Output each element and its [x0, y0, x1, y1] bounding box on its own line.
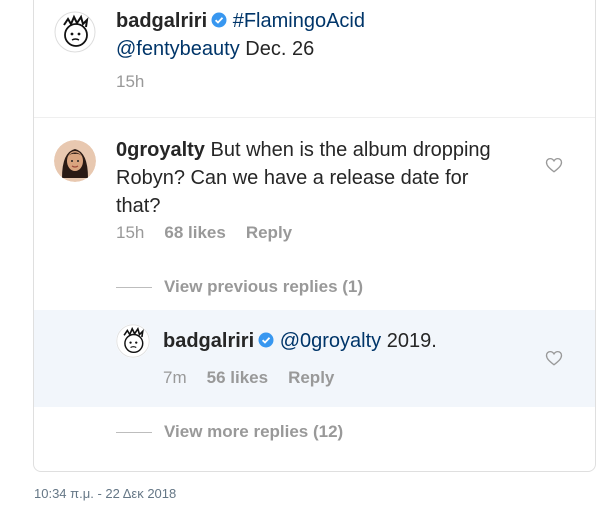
profile-photo-icon [54, 140, 96, 182]
comment-likes[interactable]: 68 likes [164, 223, 225, 242]
reply-text-tail: 2019. [381, 330, 437, 352]
tweet-timestamp[interactable]: 10:34 π.μ. - 22 Δεκ 2018 [34, 486, 176, 501]
highlighted-reply: badgalriri @0groyalty 2019. 7m 56 likes Re… [34, 310, 595, 407]
view-previous-label: View previous replies (1) [164, 277, 364, 296]
comment-text: 0groyalty But when is the album dropping… [116, 136, 516, 220]
reply-time: 7m [163, 368, 187, 387]
reply-text: badgalriri @0groyalty 2019. [163, 327, 563, 355]
caption-meta: 15h [116, 72, 164, 92]
comment-reply-button[interactable]: Reply [246, 223, 292, 242]
comment-card: badgalriri #FlamingoAcid @fentybeauty De… [33, 0, 596, 472]
like-comment-heart-icon[interactable] [545, 156, 563, 174]
post-caption: badgalriri #FlamingoAcid @fentybeauty De… [34, 0, 595, 118]
reply-reply-button[interactable]: Reply [288, 368, 334, 387]
caption-text-tail: Dec. 26 [239, 38, 315, 60]
instagram-screenshot: badgalriri #FlamingoAcid @fentybeauty De… [0, 0, 606, 512]
view-previous-replies-button[interactable]: View previous replies (1) [116, 277, 363, 297]
avatar-badgalriri-reply[interactable] [116, 324, 150, 358]
avatar-badgalriri[interactable] [54, 11, 96, 53]
comment-meta: 15h 68 likes Reply [116, 223, 312, 243]
caption-time: 15h [116, 72, 145, 91]
reply-mention[interactable]: @0groyalty [280, 330, 381, 352]
verified-badge-icon [258, 332, 274, 348]
view-more-replies-button[interactable]: View more replies (12) [116, 422, 343, 442]
divider-line [116, 287, 152, 289]
comment-username[interactable]: 0groyalty [116, 139, 205, 161]
cartoon-face-icon [54, 11, 96, 53]
caption-hashtag[interactable]: #FlamingoAcid [233, 10, 365, 32]
caption-username[interactable]: badgalriri [116, 10, 207, 32]
caption-text: badgalriri #FlamingoAcid @fentybeauty De… [116, 7, 576, 63]
verified-badge-icon [211, 12, 227, 28]
divider-line [116, 432, 152, 434]
avatar-0groyalty[interactable] [54, 140, 96, 182]
comment-time: 15h [116, 223, 145, 242]
caption-mention[interactable]: @fentybeauty [116, 38, 240, 60]
reply-meta: 7m 56 likes Reply [163, 368, 354, 388]
reply-likes[interactable]: 56 likes [207, 368, 268, 387]
view-more-label: View more replies (12) [164, 422, 344, 441]
reply-username[interactable]: badgalriri [163, 330, 254, 352]
like-reply-heart-icon[interactable] [545, 349, 563, 367]
cartoon-face-icon [116, 324, 150, 358]
